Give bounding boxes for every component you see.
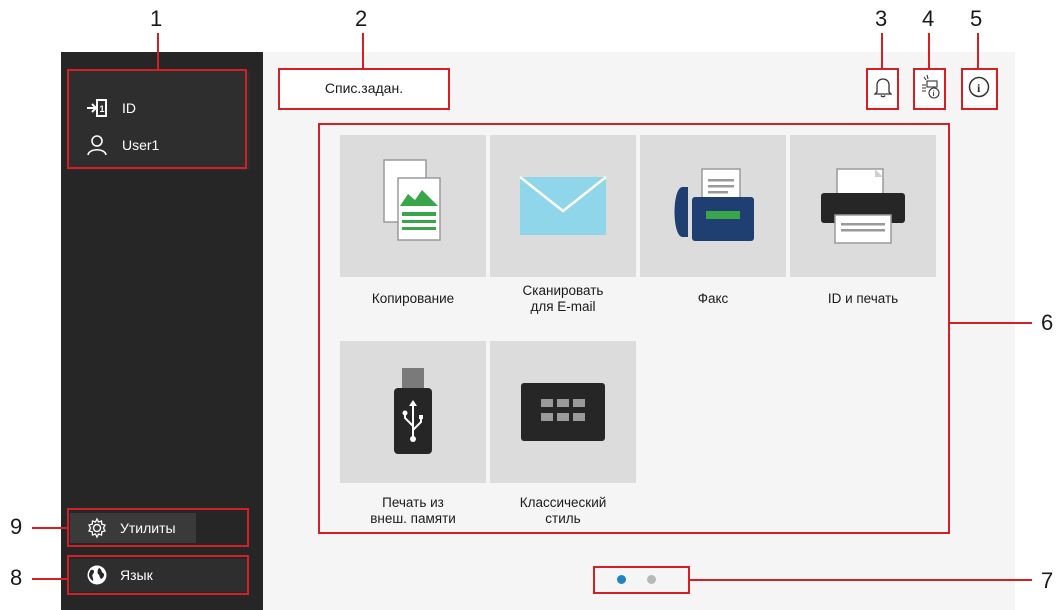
leader-line-6 (950, 322, 1032, 324)
leader-line-1 (157, 33, 159, 69)
callout-1: 1 (150, 6, 163, 31)
callout-4: 4 (922, 6, 935, 31)
leader-line-9 (32, 527, 67, 529)
leader-line-7 (690, 579, 1032, 581)
callout-box-joblist (278, 68, 450, 110)
callout-7: 7 (1041, 568, 1054, 593)
callout-9: 9 (10, 514, 23, 539)
callout-box-tiles (318, 123, 950, 534)
callout-8: 8 (10, 565, 23, 590)
leader-line-2 (362, 33, 364, 68)
callout-box-pagination (593, 566, 690, 594)
callout-2: 2 (355, 6, 368, 31)
callout-5: 5 (970, 6, 983, 31)
callout-6: 6 (1041, 310, 1054, 335)
callout-box-user (67, 69, 247, 169)
callout-box-info (961, 68, 998, 110)
callout-box-bell (866, 68, 899, 110)
callout-3: 3 (875, 6, 888, 31)
callout-box-language (67, 555, 249, 595)
leader-line-3 (881, 33, 883, 68)
leader-line-4 (928, 33, 930, 68)
leader-line-8 (32, 578, 67, 580)
callout-box-device (913, 68, 946, 110)
leader-line-5 (977, 33, 979, 68)
callout-box-utilities (67, 508, 249, 547)
